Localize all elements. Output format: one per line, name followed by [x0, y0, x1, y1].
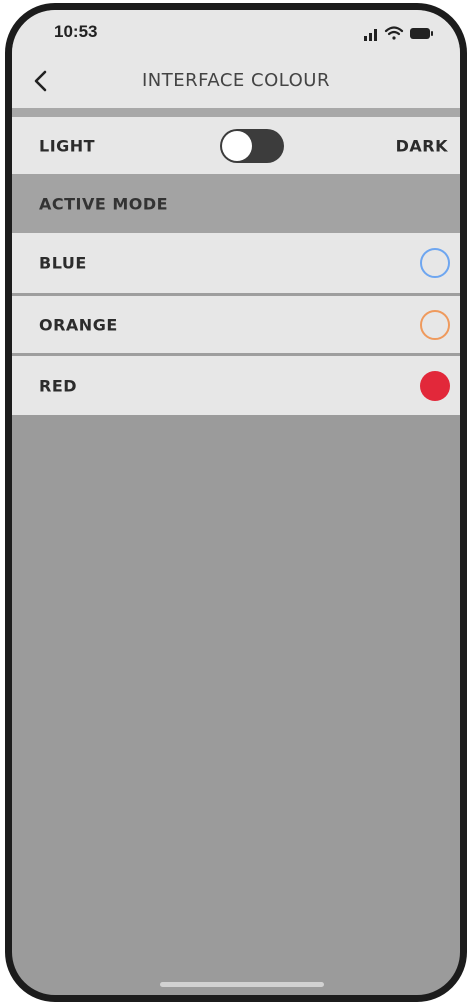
signal-icon — [364, 29, 377, 41]
battery-icon — [410, 28, 433, 39]
phone-screen: 10:53 INTERFACE COLOUR LIGHT DARK ACTIVE… — [5, 3, 467, 1002]
radio-unselected-icon[interactable] — [420, 309, 450, 340]
light-label: LIGHT — [39, 136, 96, 155]
colour-label: BLUE — [39, 253, 87, 273]
section-header: ACTIVE MODE — [12, 174, 460, 233]
colour-label: RED — [39, 376, 78, 395]
status-time: 10:53 — [54, 22, 98, 41]
colour-label: ORANGE — [39, 315, 118, 334]
wifi-icon — [384, 26, 404, 40]
header-divider — [12, 108, 460, 117]
top-bar: 10:53 INTERFACE COLOUR — [12, 10, 460, 108]
theme-toggle-row: LIGHT DARK — [12, 117, 460, 174]
radio-selected-icon[interactable] — [420, 370, 450, 401]
status-icons — [364, 26, 433, 41]
radio-unselected-icon[interactable] — [420, 248, 450, 278]
dark-label: DARK — [395, 136, 448, 155]
page-title: INTERFACE COLOUR — [142, 70, 330, 91]
colour-option-orange[interactable]: ORANGE — [12, 296, 460, 353]
toggle-knob — [222, 130, 252, 161]
colour-option-blue[interactable]: BLUE — [12, 233, 460, 293]
colour-option-red[interactable]: RED — [12, 356, 460, 415]
theme-toggle[interactable] — [220, 128, 284, 163]
section-title: ACTIVE MODE — [39, 194, 169, 213]
home-indicator[interactable] — [160, 982, 324, 987]
